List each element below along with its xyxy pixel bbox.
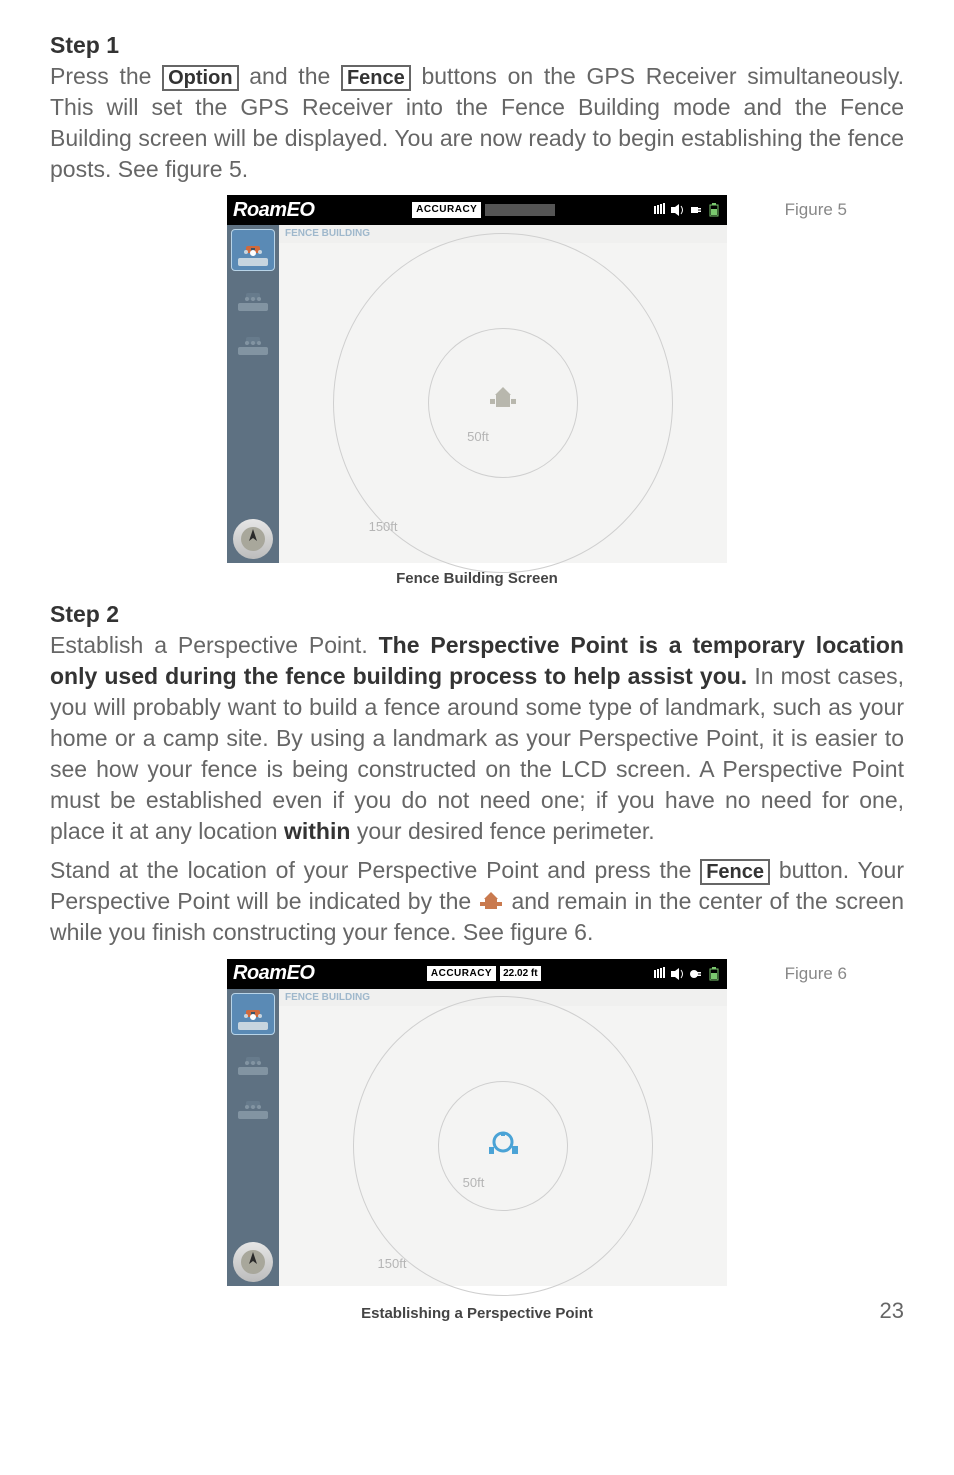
figure6-map: 50ft 150ft <box>279 1006 727 1286</box>
step2-paragraph-2: Stand at the location of your Perspectiv… <box>50 855 904 948</box>
status-icons-2 <box>653 967 721 981</box>
sidebar-tab-2[interactable] <box>231 277 275 315</box>
outer-ring-label: 150ft <box>369 518 398 536</box>
satellite-icon <box>653 203 667 217</box>
accuracy-group: ACCURACY <box>412 202 555 218</box>
tab-dots <box>244 250 262 256</box>
sidebar-tab-active[interactable] <box>231 229 275 271</box>
sound-icon-2 <box>671 967 685 981</box>
figure5-body: FENCE BUILDING 50ft 150ft <box>227 225 727 563</box>
step2-bold-2: within <box>284 818 350 844</box>
fence-button-label: Fence <box>341 65 411 91</box>
sidebar-tab-active-2[interactable] <box>231 993 275 1035</box>
figure5-topbar: RoamEO ACCURACY <box>227 195 727 225</box>
fence-button-label-2: Fence <box>700 859 770 885</box>
step2-text-c: your desired fence perimeter. <box>357 818 655 844</box>
satellite-icon-2 <box>653 967 667 981</box>
figure6-sidebar <box>227 989 279 1287</box>
brand-logo: RoamEO <box>233 197 314 224</box>
perspective-point-icon <box>485 1129 521 1163</box>
home-icon-inline <box>478 888 511 914</box>
compass-button[interactable] <box>233 519 273 559</box>
brand-logo-2: RoamEO <box>233 960 314 987</box>
collar-icon-f6 <box>244 998 262 1012</box>
plug-icon <box>689 203 703 217</box>
figure5-sidebar <box>227 225 279 563</box>
figure5-screenshot: Figure 5 RoamEO ACCURACY <box>227 195 727 563</box>
page-number: 23 <box>691 1296 905 1326</box>
plug-icon-2 <box>689 967 703 981</box>
figure5-map: 50ft 150ft <box>279 243 727 563</box>
collar-icon-2 <box>244 281 262 295</box>
collar-icon-3 <box>244 325 262 339</box>
figure5-wrap: Figure 5 RoamEO ACCURACY <box>50 195 904 589</box>
figure5-label: Figure 5 <box>785 199 847 222</box>
sidebar-tab-3[interactable] <box>231 321 275 359</box>
accuracy-label: ACCURACY <box>412 202 481 218</box>
step1-paragraph: Press the Option and the Fence buttons o… <box>50 61 904 185</box>
accuracy-bar <box>485 204 555 216</box>
inner-ring-label: 50ft <box>467 428 489 446</box>
accuracy-label-2: ACCURACY <box>427 966 496 982</box>
sidebar-tab-3-f6[interactable] <box>231 1085 275 1123</box>
step2-label: Step 2 <box>50 599 904 630</box>
figure5-caption: Fence Building Screen <box>50 569 904 589</box>
battery-icon-2 <box>707 967 721 981</box>
collar-icon <box>244 234 262 248</box>
step1-label: Step 1 <box>50 30 904 61</box>
figure6-label: Figure 6 <box>785 963 847 986</box>
figure6-screenshot: Figure 6 RoamEO ACCURACY 22.02 ft <box>227 959 727 1287</box>
outer-ring-label-2: 150ft <box>378 1255 407 1273</box>
compass-button-2[interactable] <box>233 1242 273 1282</box>
tab-bar <box>238 258 268 266</box>
step1-text-b: and the <box>249 63 341 89</box>
figure6-topbar: RoamEO ACCURACY 22.02 ft <box>227 959 727 989</box>
step2-text-a: Establish a Perspective Point. <box>50 632 379 658</box>
accuracy-group-2: ACCURACY 22.02 ft <box>427 966 541 982</box>
step2-paragraph-1: Establish a Perspective Point. The Persp… <box>50 630 904 847</box>
option-button-label: Option <box>162 65 238 91</box>
home-icon <box>486 385 520 421</box>
accuracy-value: 22.02 ft <box>500 966 540 982</box>
sound-icon <box>671 203 685 217</box>
sidebar-tab-2-f6[interactable] <box>231 1041 275 1079</box>
figure6-wrap: Figure 6 RoamEO ACCURACY 22.02 ft <box>50 959 904 1326</box>
figure6-body: FENCE BUILDING 50ft 150ft <box>227 989 727 1287</box>
battery-icon <box>707 203 721 217</box>
step2-p2-a: Stand at the location of your Perspectiv… <box>50 857 700 883</box>
step1-text-a: Press the <box>50 63 162 89</box>
inner-ring-label-2: 50ft <box>463 1174 485 1192</box>
status-icons <box>653 203 721 217</box>
figure6-caption: Establishing a Perspective Point <box>264 1304 691 1324</box>
